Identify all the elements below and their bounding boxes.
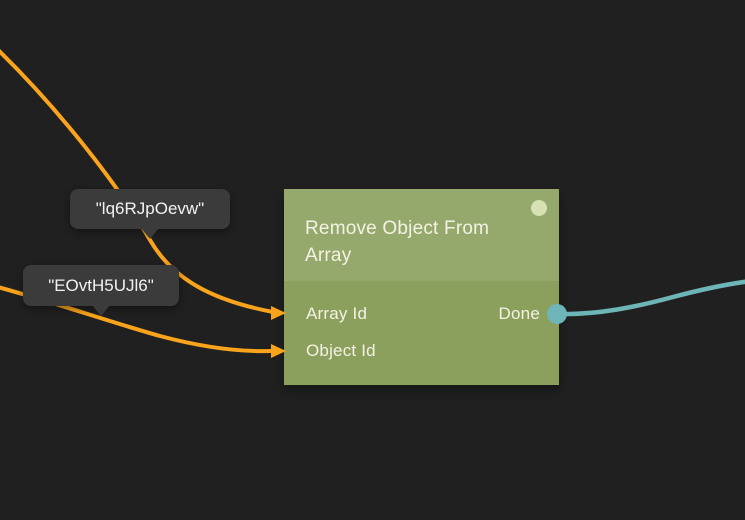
input-port-array-id[interactable]: Array Id [306,304,367,324]
wire-from-done[interactable] [557,281,745,314]
input-port-object-id[interactable]: Object Id [306,341,376,361]
wire-value-label-2: "EOvtH5UJl6" [23,265,179,306]
status-indicator-dot [531,200,547,216]
wire-value-text-1: "lq6RJpOevw" [96,199,204,219]
node-body: Array Id Done Object Id [284,281,559,385]
node-header: Remove Object From Array [284,189,559,281]
output-port-done[interactable]: Done [499,304,540,324]
port-row-2: Object Id [306,332,540,369]
node-remove-object-from-array[interactable]: Remove Object From Array Array Id Done O… [284,189,559,385]
tooltip-pointer-icon [92,305,110,316]
port-row-1: Array Id Done [306,295,540,332]
node-graph-canvas[interactable]: Remove Object From Array Array Id Done O… [0,0,745,520]
wire-value-text-2: "EOvtH5UJl6" [48,276,154,296]
node-title: Remove Object From Array [305,215,514,269]
tooltip-pointer-icon [141,228,159,239]
wire-value-label-1: "lq6RJpOevw" [70,189,230,229]
